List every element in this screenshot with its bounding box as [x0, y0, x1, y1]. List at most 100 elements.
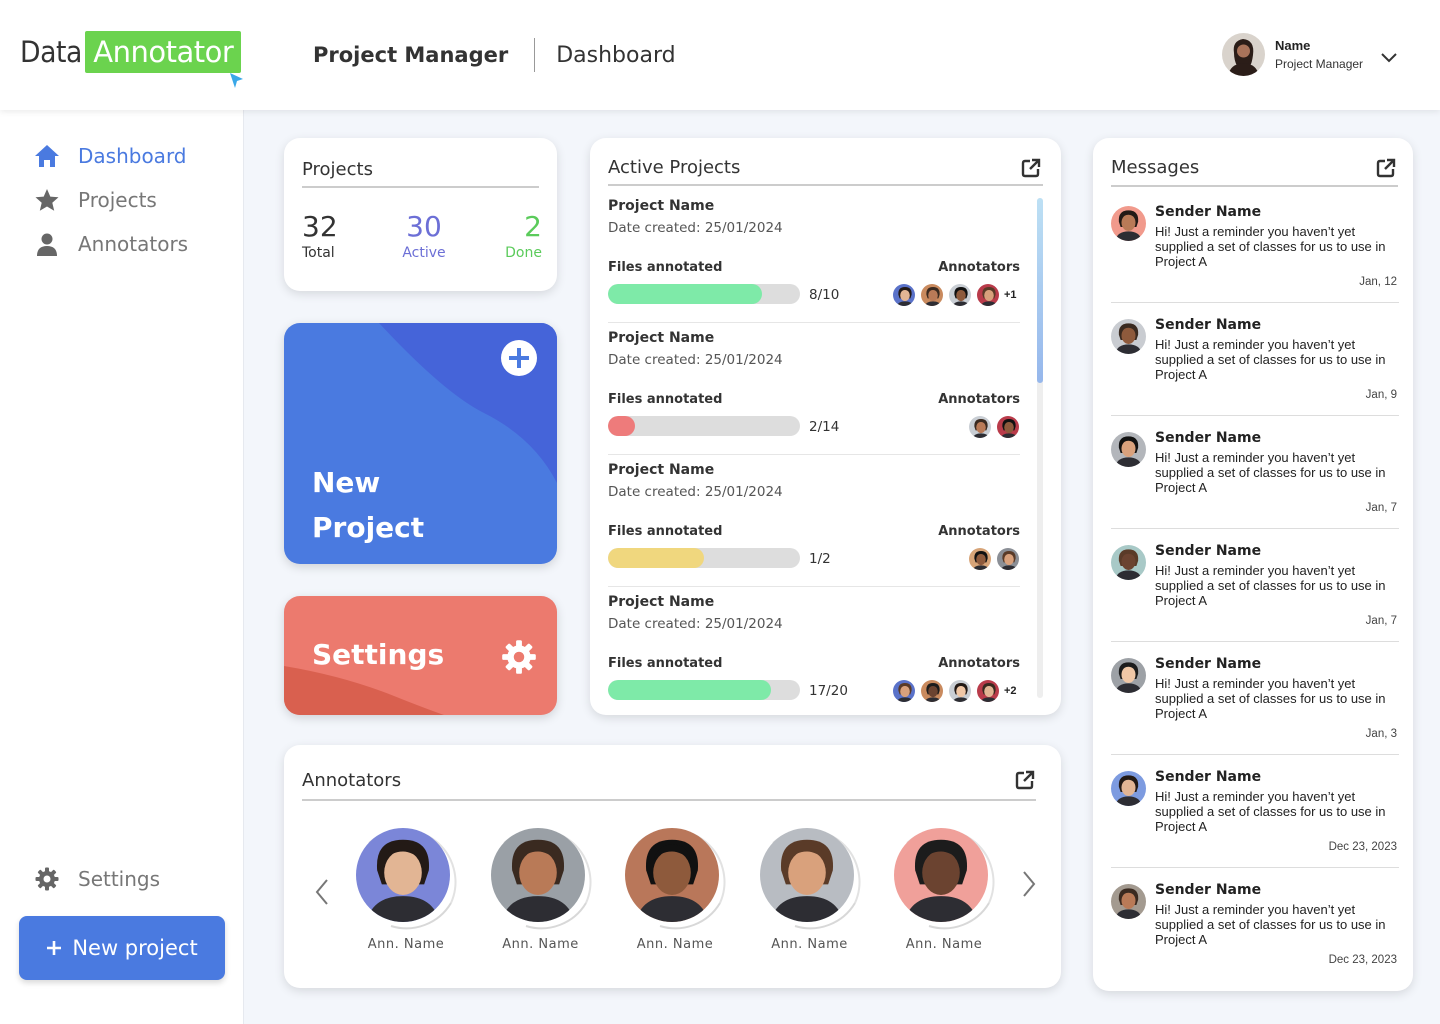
- annotator-avatars: +1: [888, 283, 1020, 307]
- new-project-button-label: New project: [72, 936, 198, 960]
- message-text: Hi! Just a reminder you haven’t yet supp…: [1155, 789, 1386, 834]
- progress-bar: [608, 680, 800, 700]
- annotator-avatar[interactable]: [968, 547, 992, 571]
- app-logo[interactable]: Data Annotator: [20, 31, 242, 73]
- message-divider: [1111, 528, 1399, 529]
- cursor-icon: [230, 73, 243, 88]
- message-date: Jan, 3: [1365, 728, 1397, 740]
- message-text: Hi! Just a reminder you haven’t yet supp…: [1155, 337, 1386, 382]
- progress-bar: [608, 416, 800, 436]
- sender-name: Sender Name: [1155, 769, 1262, 785]
- external-link-icon[interactable]: [1021, 158, 1041, 178]
- chevron-right-icon[interactable]: [1021, 870, 1037, 898]
- project-date: Date created: 25/01/2024: [608, 220, 783, 236]
- sidebar-item-settings[interactable]: Settings: [34, 866, 160, 892]
- annotator-photo: [490, 828, 585, 922]
- annotator-avatar[interactable]: [948, 679, 972, 703]
- project-name[interactable]: Project Name: [608, 462, 1020, 478]
- progress-bar: [608, 548, 800, 568]
- project-item[interactable]: Project Name Date created: 25/01/2024 File…: [608, 594, 1020, 703]
- sender-avatar: [1111, 432, 1146, 467]
- message-text: Hi! Just a reminder you haven’t yet supp…: [1155, 676, 1386, 721]
- user-profile[interactable]: Name Project Manager: [1222, 33, 1363, 76]
- sidebar-item-annotators[interactable]: Annotators: [34, 232, 188, 256]
- add-circle-icon[interactable]: [499, 338, 539, 378]
- message-divider: [1111, 641, 1399, 642]
- sidebar-item-label: Dashboard: [78, 144, 187, 168]
- annotator-avatar[interactable]: [976, 679, 1000, 703]
- new-project-button[interactable]: New project: [19, 916, 225, 980]
- tile-title-line2: Project: [312, 511, 425, 544]
- chevron-down-icon[interactable]: [1380, 52, 1398, 64]
- annotator-avatar[interactable]: [996, 547, 1020, 571]
- external-link-icon[interactable]: [1376, 158, 1396, 178]
- files-annotated-label: Files annotated: [608, 524, 723, 539]
- sender-avatar: [1111, 658, 1146, 693]
- files-count: 1/2: [809, 551, 831, 567]
- project-name[interactable]: Project Name: [608, 594, 1020, 610]
- top-header: Data Annotator Project Manager Dashboard…: [0, 0, 1440, 110]
- project-divider: [608, 454, 1020, 455]
- annotator-avatars: +2: [888, 679, 1020, 703]
- projects-card-title: Projects: [302, 159, 373, 180]
- project-item[interactable]: Project Name Date created: 25/01/2024 File…: [608, 330, 1020, 455]
- settings-tile[interactable]: Settings: [284, 596, 557, 715]
- tile-title-line1: New: [312, 466, 381, 499]
- progress-bar-fill: [608, 548, 704, 568]
- scrollbar-thumb[interactable]: [1037, 198, 1043, 383]
- annotator-name: Ann. Name: [636, 937, 714, 952]
- project-name[interactable]: Project Name: [608, 198, 1020, 214]
- sender-name: Sender Name: [1155, 204, 1262, 220]
- sender-avatar: [1111, 771, 1146, 806]
- annotator-avatar[interactable]: [892, 283, 916, 307]
- progress-bar-fill: [608, 680, 772, 700]
- breadcrumb-section[interactable]: Project Manager: [313, 43, 508, 67]
- annotator-avatar[interactable]: [920, 283, 944, 307]
- annotator-name: Ann. Name: [771, 937, 848, 952]
- chevron-left-icon[interactable]: [314, 878, 330, 906]
- annotator-avatar[interactable]: [996, 415, 1020, 439]
- project-item[interactable]: Project Name Date created: 25/01/2024 File…: [608, 198, 1020, 323]
- breadcrumb: Project Manager Dashboard: [313, 38, 676, 72]
- user-name: Name: [1275, 38, 1311, 53]
- message-date: Dec 23, 2023: [1328, 954, 1397, 966]
- breadcrumb-divider: [534, 38, 536, 72]
- stat-total-value: 32: [302, 210, 338, 243]
- project-date: Date created: 25/01/2024: [608, 352, 783, 368]
- user-role: Project Manager: [1275, 57, 1364, 71]
- annotator-avatar[interactable]: [920, 679, 944, 703]
- annotator-avatars: [964, 547, 1020, 571]
- stat-total-label: Total: [302, 245, 335, 261]
- extra-annotators-count[interactable]: +1: [1004, 289, 1020, 301]
- plus-icon: [47, 941, 62, 955]
- project-item[interactable]: Project Name Date created: 25/01/2024 File…: [608, 462, 1020, 587]
- new-project-tile[interactable]: New Project: [284, 323, 557, 564]
- annotator-avatar[interactable]: [976, 283, 1000, 307]
- user-avatar: [1222, 33, 1265, 76]
- sender-name: Sender Name: [1155, 317, 1262, 333]
- annotators-label: Annotators: [938, 260, 1020, 275]
- project-date: Date created: 25/01/2024: [608, 484, 783, 500]
- annotator-avatars: [964, 415, 1020, 439]
- external-link-icon[interactable]: [1015, 770, 1035, 790]
- sender-avatar: [1111, 884, 1146, 919]
- message-date: Jan, 9: [1365, 389, 1397, 401]
- breadcrumb-page: Dashboard: [556, 42, 676, 68]
- message-divider: [1111, 867, 1399, 868]
- annotator-avatar[interactable]: [968, 415, 992, 439]
- star-icon: [35, 189, 59, 211]
- annotator-avatar[interactable]: [948, 283, 972, 307]
- message-divider: [1111, 415, 1399, 416]
- stat-active-label: Active: [402, 245, 446, 261]
- annotator-avatar[interactable]: [892, 679, 916, 703]
- stat-done-value: 2: [524, 210, 542, 243]
- user-icon: [37, 233, 57, 256]
- extra-annotators-count[interactable]: +2: [1004, 685, 1020, 697]
- project-divider: [608, 586, 1020, 587]
- sidebar-item-projects[interactable]: Projects: [34, 188, 157, 212]
- scrollbar[interactable]: [1037, 198, 1043, 698]
- project-name[interactable]: Project Name: [608, 330, 1020, 346]
- sidebar-item-dashboard[interactable]: Dashboard: [34, 144, 187, 168]
- annotators-label: Annotators: [938, 656, 1020, 671]
- annotator-photo: [759, 828, 854, 922]
